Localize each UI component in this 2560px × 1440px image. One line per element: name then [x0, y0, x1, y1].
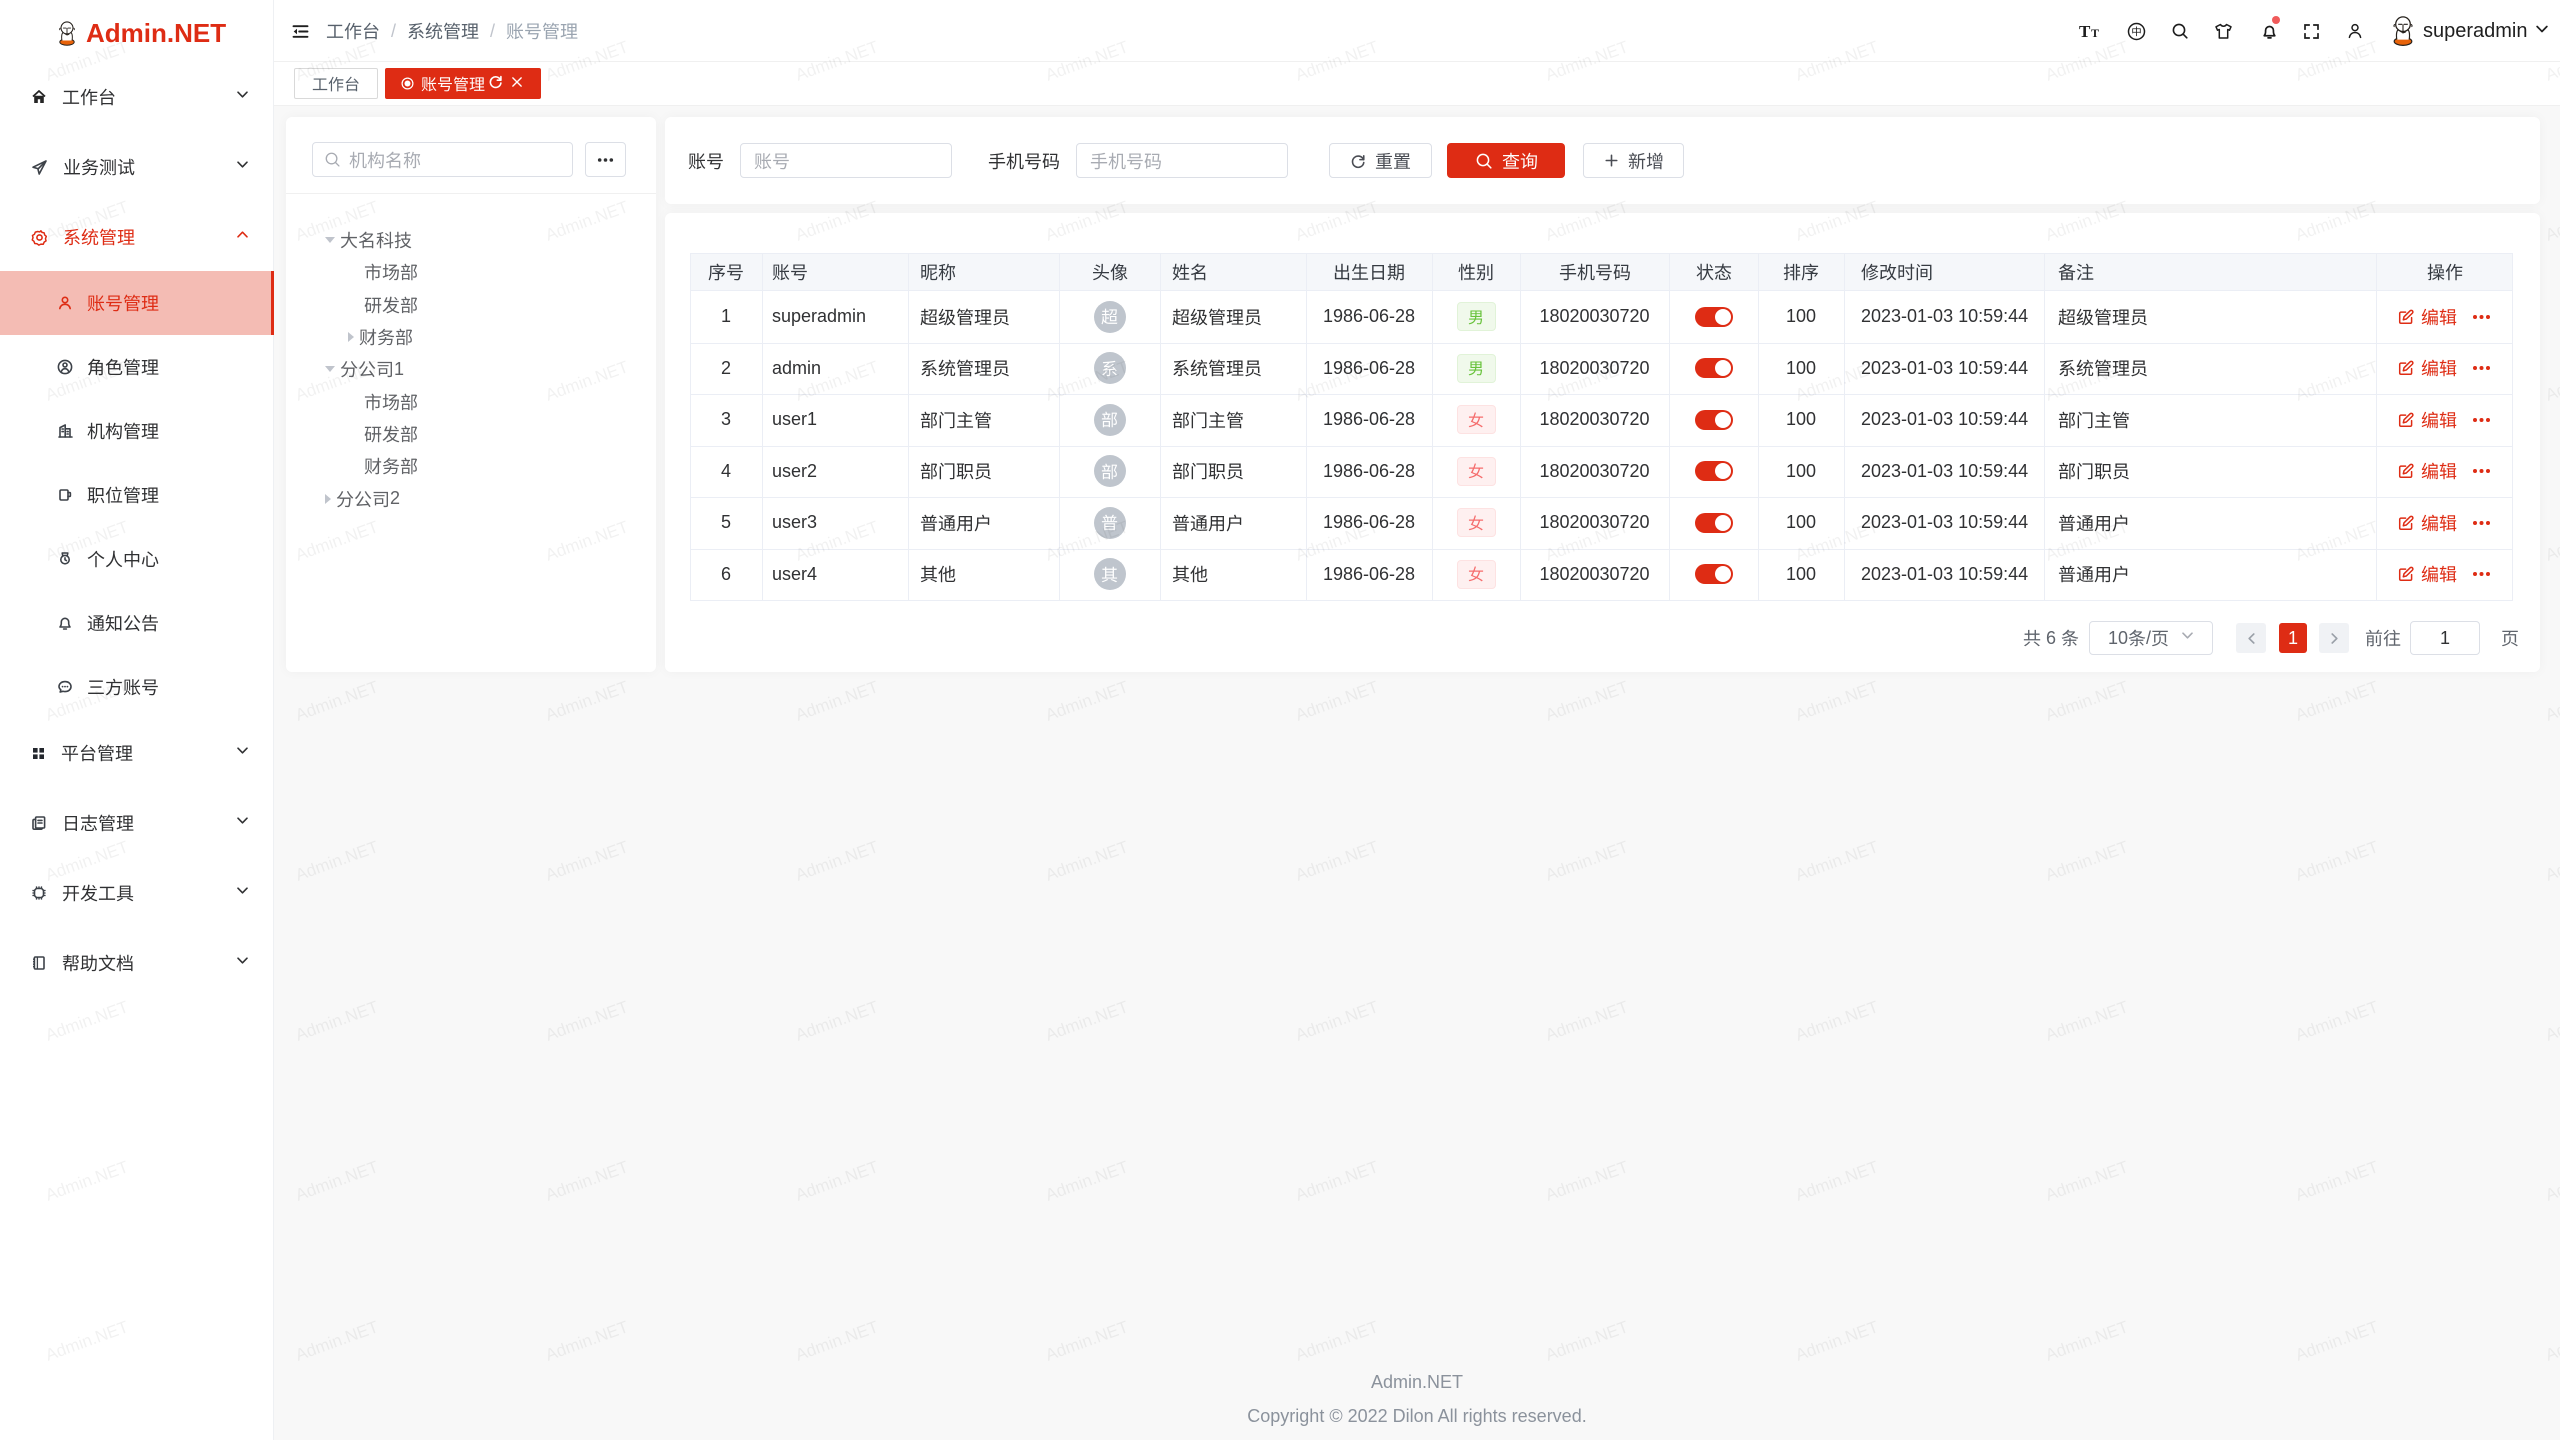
- svg-text:Admin.NET: Admin.NET: [2043, 677, 2131, 725]
- svg-text:Admin.NET: Admin.NET: [793, 677, 881, 725]
- svg-text:Admin.NET: Admin.NET: [2543, 677, 2560, 725]
- svg-text:Admin.NET: Admin.NET: [2543, 357, 2560, 405]
- svg-text:Admin.NET: Admin.NET: [2043, 1157, 2131, 1205]
- svg-text:Admin.NET: Admin.NET: [2543, 837, 2560, 885]
- svg-text:Admin.NET: Admin.NET: [1293, 1317, 1381, 1365]
- svg-text:Admin.NET: Admin.NET: [1293, 1157, 1381, 1205]
- svg-text:Admin.NET: Admin.NET: [293, 997, 381, 1045]
- svg-text:Admin.NET: Admin.NET: [1043, 997, 1131, 1045]
- svg-text:Admin.NET: Admin.NET: [793, 997, 881, 1045]
- svg-text:Admin.NET: Admin.NET: [293, 1317, 381, 1365]
- svg-text:Admin.NET: Admin.NET: [2043, 837, 2131, 885]
- svg-text:Admin.NET: Admin.NET: [1793, 1157, 1881, 1205]
- svg-text:Admin.NET: Admin.NET: [543, 677, 631, 725]
- svg-text:Admin.NET: Admin.NET: [1793, 997, 1881, 1045]
- svg-text:Admin.NET: Admin.NET: [2293, 837, 2381, 885]
- svg-text:Admin.NET: Admin.NET: [1043, 1317, 1131, 1365]
- svg-text:Admin.NET: Admin.NET: [2293, 677, 2381, 725]
- svg-text:Admin.NET: Admin.NET: [293, 677, 381, 725]
- svg-text:T: T: [2079, 22, 2091, 41]
- svg-text:Admin.NET: Admin.NET: [793, 1317, 881, 1365]
- svg-text:Admin.NET: Admin.NET: [293, 1157, 381, 1205]
- svg-text:Admin.NET: Admin.NET: [543, 1157, 631, 1205]
- svg-text:Admin.NET: Admin.NET: [1543, 1157, 1631, 1205]
- svg-text:Admin.NET: Admin.NET: [2543, 997, 2560, 1045]
- svg-text:Admin.NET: Admin.NET: [2293, 1317, 2381, 1365]
- svg-text:Admin.NET: Admin.NET: [1043, 677, 1131, 725]
- svg-text:Admin.NET: Admin.NET: [2543, 517, 2560, 565]
- svg-text:Admin.NET: Admin.NET: [2043, 1317, 2131, 1365]
- svg-text:Admin.NET: Admin.NET: [1793, 837, 1881, 885]
- svg-text:Admin.NET: Admin.NET: [1793, 1317, 1881, 1365]
- svg-text:Admin.NET: Admin.NET: [1793, 677, 1881, 725]
- svg-text:Admin.NET: Admin.NET: [293, 837, 381, 885]
- svg-text:Admin.NET: Admin.NET: [2043, 997, 2131, 1045]
- svg-text:Admin.NET: Admin.NET: [1293, 837, 1381, 885]
- svg-text:Admin.NET: Admin.NET: [1543, 997, 1631, 1045]
- svg-text:Admin.NET: Admin.NET: [1293, 677, 1381, 725]
- svg-text:Admin.NET: Admin.NET: [1543, 837, 1631, 885]
- svg-text:Admin.NET: Admin.NET: [543, 1317, 631, 1365]
- svg-text:Admin.NET: Admin.NET: [1293, 997, 1381, 1045]
- svg-text:Admin.NET: Admin.NET: [543, 997, 631, 1045]
- svg-text:T: T: [2091, 26, 2099, 40]
- svg-text:Admin.NET: Admin.NET: [2293, 1157, 2381, 1205]
- svg-text:Admin.NET: Admin.NET: [793, 1157, 881, 1205]
- svg-text:Admin.NET: Admin.NET: [543, 837, 631, 885]
- svg-text:Admin.NET: Admin.NET: [1043, 1157, 1131, 1205]
- svg-text:Admin.NET: Admin.NET: [2293, 997, 2381, 1045]
- svg-text:Admin.NET: Admin.NET: [1043, 837, 1131, 885]
- svg-text:Admin.NET: Admin.NET: [2543, 1157, 2560, 1205]
- svg-text:Admin.NET: Admin.NET: [793, 837, 881, 885]
- svg-text:Admin.NET: Admin.NET: [1543, 677, 1631, 725]
- svg-text:Admin.NET: Admin.NET: [2543, 1317, 2560, 1365]
- svg-text:Admin.NET: Admin.NET: [2543, 197, 2560, 245]
- svg-text:Admin.NET: Admin.NET: [1543, 1317, 1631, 1365]
